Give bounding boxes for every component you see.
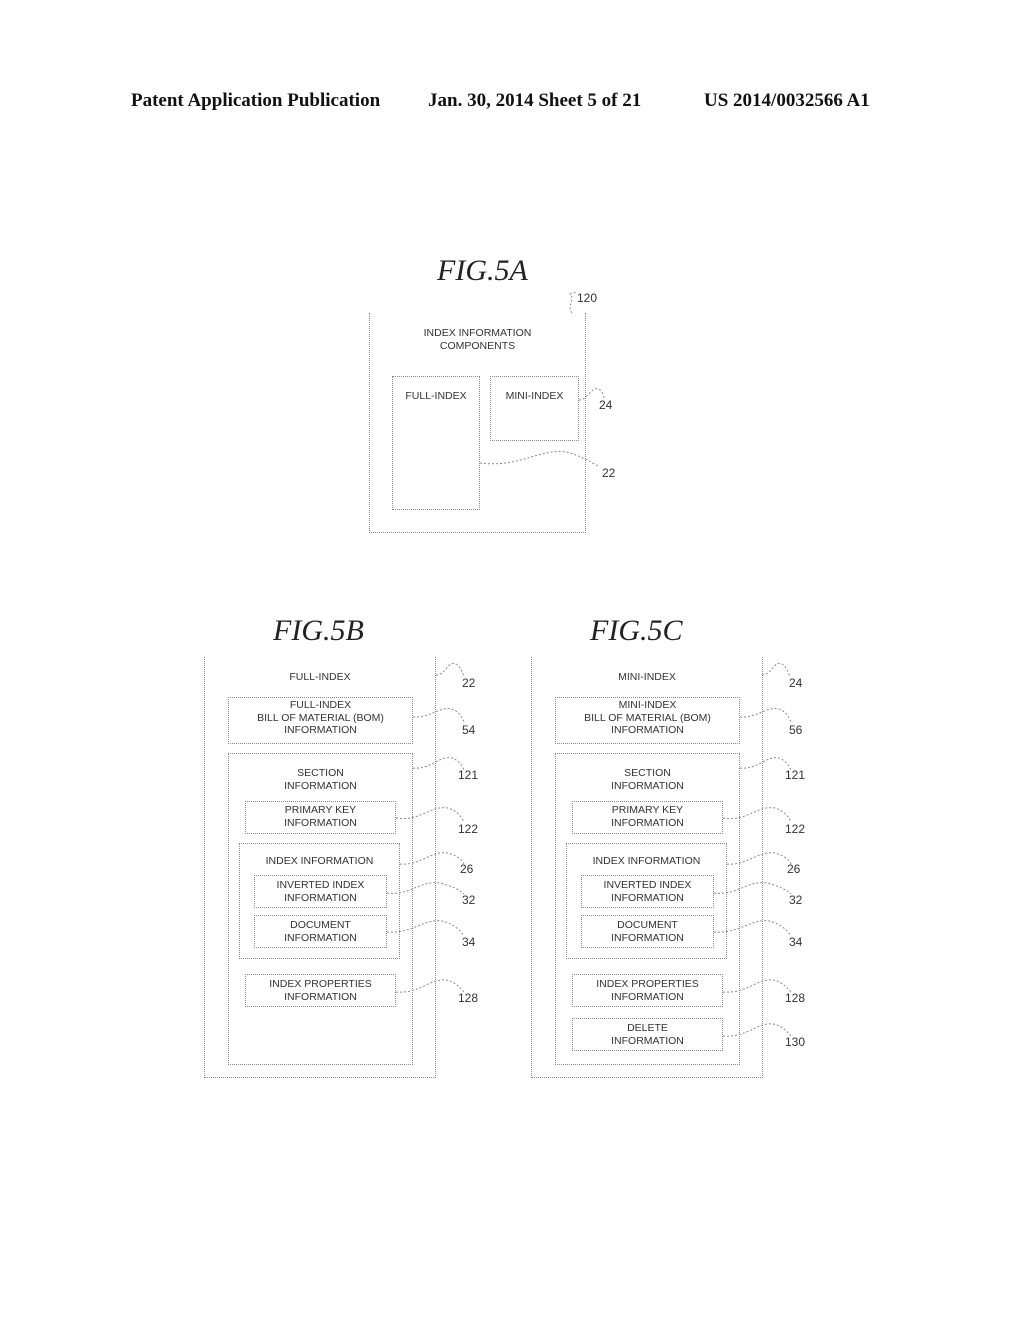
index-properties-label: INDEX PROPERTIES INFORMATION xyxy=(596,978,699,1003)
ref-5c-24: 24 xyxy=(789,676,803,690)
mini-index-label: MINI-INDEX xyxy=(505,390,564,402)
ref-5b-128: 128 xyxy=(458,991,479,1005)
ref-56: 56 xyxy=(789,723,803,737)
mini-index-title: MINI-INDEX xyxy=(618,671,676,683)
primary-key-label: PRIMARY KEY INFORMATION xyxy=(284,804,357,829)
full-index-title: FULL-INDEX xyxy=(289,671,351,683)
ref-130: 130 xyxy=(785,1035,806,1049)
ref-5b-34: 34 xyxy=(462,935,476,949)
full-index-bom-label: FULL-INDEX BILL OF MATERIAL (BOM) INFORM… xyxy=(257,699,384,736)
inverted-index-label: INVERTED INDEX INFORMATION xyxy=(603,879,692,904)
full-index-label: FULL-INDEX xyxy=(405,390,467,402)
publication-label: Patent Application Publication xyxy=(131,90,381,111)
date-sheet-label: Jan. 30, 2014 Sheet 5 of 21 xyxy=(428,90,642,111)
ref-24: 24 xyxy=(599,398,613,412)
section-information-label: SECTION INFORMATION xyxy=(284,767,357,792)
ref-5c-121: 121 xyxy=(785,768,806,782)
mini-index-bom-label: MINI-INDEX BILL OF MATERIAL (BOM) INFORM… xyxy=(584,699,711,736)
ref-5b-26: 26 xyxy=(460,862,474,876)
ref-5c-128: 128 xyxy=(785,991,806,1005)
leader-lines xyxy=(386,291,792,1037)
index-information-label: INDEX INFORMATION xyxy=(265,855,374,867)
ref-5c-122: 122 xyxy=(785,822,806,836)
patent-number: US 2014/0032566 A1 xyxy=(704,90,870,111)
index-properties-label: INDEX PROPERTIES INFORMATION xyxy=(269,978,372,1003)
ref-22: 22 xyxy=(602,466,616,480)
ref-5b-22: 22 xyxy=(462,676,476,690)
inverted-index-label: INVERTED INDEX INFORMATION xyxy=(276,879,365,904)
ref-120: 120 xyxy=(577,291,598,305)
index-information-label: INDEX INFORMATION xyxy=(592,855,701,867)
section-information-label: SECTION INFORMATION xyxy=(611,767,684,792)
ref-5c-26: 26 xyxy=(787,862,801,876)
document-info-label: DOCUMENT INFORMATION xyxy=(611,919,684,944)
ref-5c-34: 34 xyxy=(789,935,803,949)
ref-5b-32: 32 xyxy=(462,893,476,907)
delete-info-label: DELETE INFORMATION xyxy=(611,1022,684,1047)
ref-5c-32: 32 xyxy=(789,893,803,907)
leader-5b-22 xyxy=(435,662,465,677)
fig-5c-title: FIG.5C xyxy=(590,614,683,647)
document-info-label: DOCUMENT INFORMATION xyxy=(284,919,357,944)
primary-key-label: PRIMARY KEY INFORMATION xyxy=(611,804,684,829)
leader-120 xyxy=(569,291,577,314)
mini-index-box xyxy=(490,376,579,441)
ref-5b-121: 121 xyxy=(458,768,479,782)
ref-5b-122: 122 xyxy=(458,822,479,836)
ref-54: 54 xyxy=(462,723,476,737)
fig-5a-title: FIG.5A xyxy=(437,254,528,287)
fig-5b-title: FIG.5B xyxy=(273,614,364,647)
index-information-components-label: INDEX INFORMATION COMPONENTS xyxy=(423,327,532,352)
leader-5c-24 xyxy=(761,662,791,677)
